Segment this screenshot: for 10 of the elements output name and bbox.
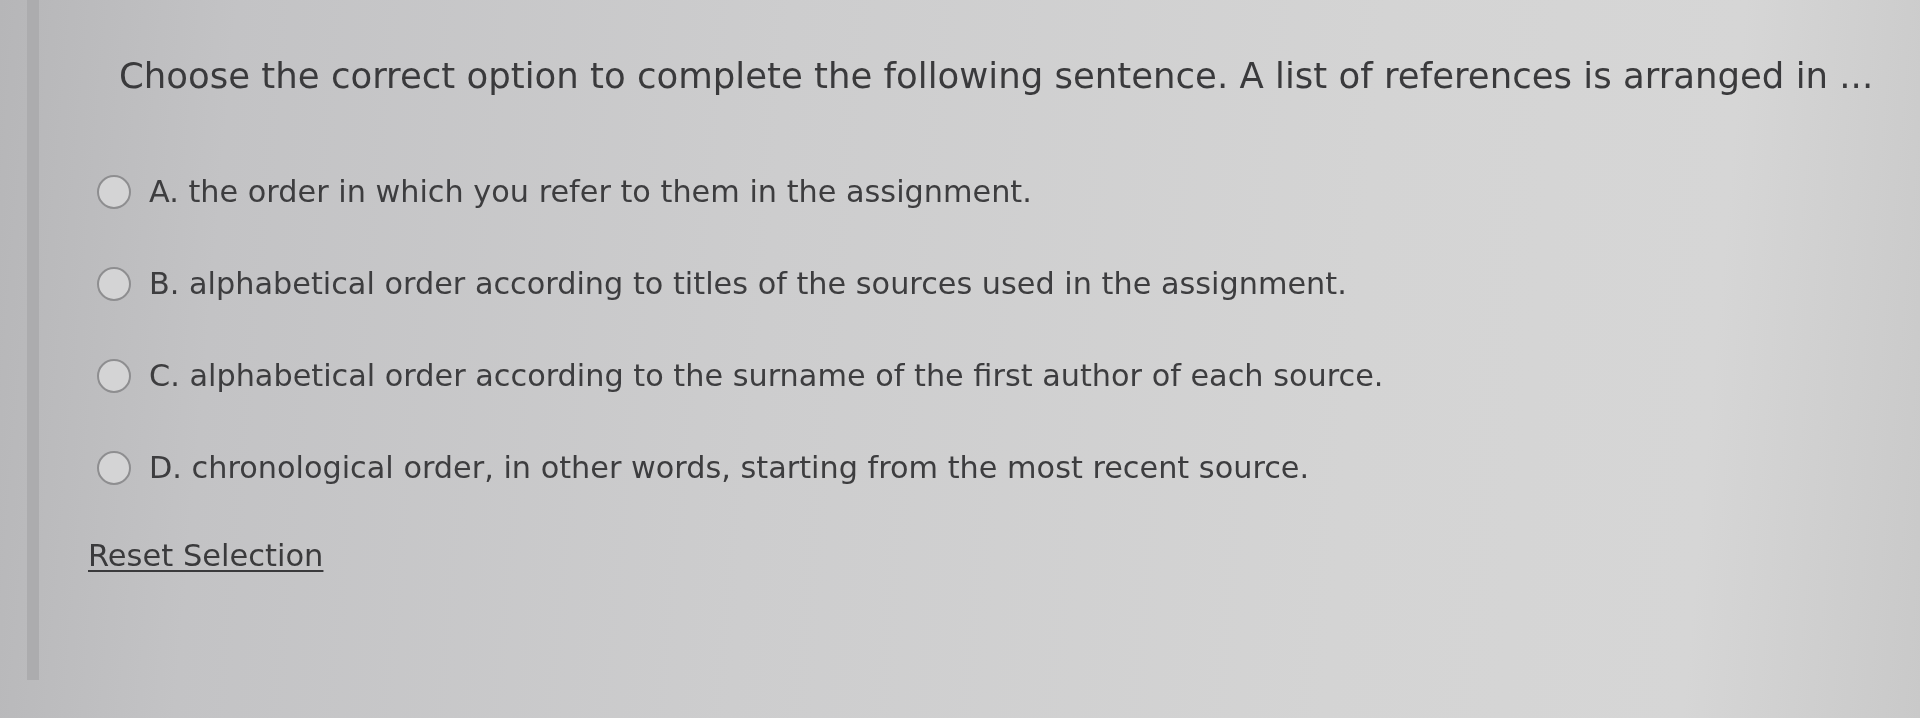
- option-label[interactable]: D. chronological order, in other words, starting from the most recent source.: [149, 448, 1310, 488]
- radio-button[interactable]: [97, 359, 131, 393]
- option-label[interactable]: C. alphabetical order according to the surname of the first author of each source.: [149, 356, 1384, 396]
- radio-button[interactable]: [97, 451, 131, 485]
- option-label[interactable]: A. the order in which you refer to them in the assignment.: [149, 172, 1032, 212]
- question-text: Choose the correct option to complete the following sentence. A list of references is arranged in ...: [119, 54, 1874, 98]
- reset-selection-link[interactable]: Reset Selection: [88, 536, 324, 576]
- radio-button[interactable]: [97, 175, 131, 209]
- option-label[interactable]: B. alphabetical order according to titles of the sources used in the assignment.: [149, 264, 1347, 304]
- radio-button[interactable]: [97, 267, 131, 301]
